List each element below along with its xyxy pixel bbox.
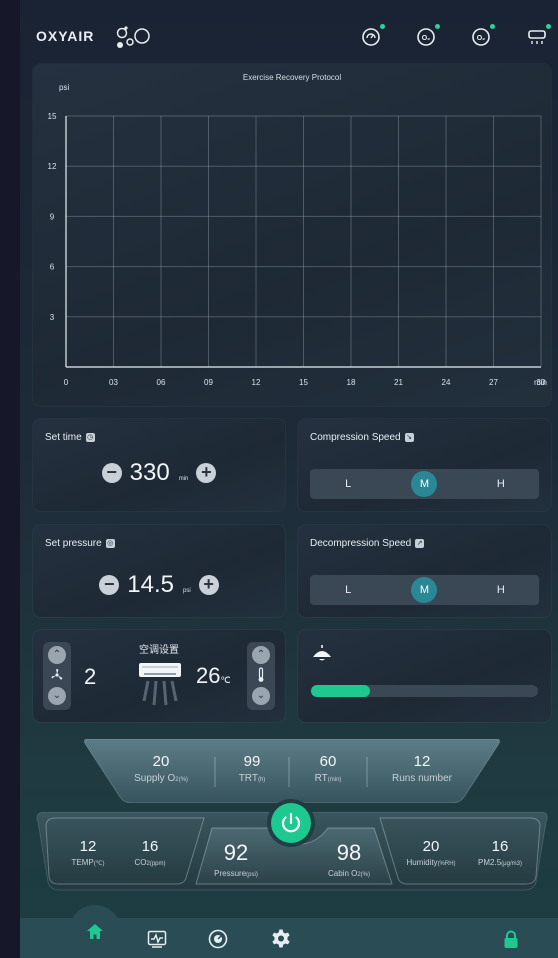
chart-x-tick-label: 03 [109, 378, 118, 387]
temp-stat: 12 TEMP(℃) [71, 838, 105, 867]
fan-down-button[interactable]: ⌄ [48, 687, 66, 705]
co2-stat: 16 CO2(ppm) [134, 838, 166, 867]
chart-y-tick-label: 3 [50, 313, 55, 322]
light-control-card [298, 630, 551, 722]
home-icon[interactable] [85, 922, 105, 942]
brightness-slider[interactable] [311, 685, 538, 697]
chart-x-tick-label: 18 [347, 378, 356, 387]
compression-title: Compression Speed [310, 432, 401, 443]
chart-y-tick-label: 9 [50, 212, 55, 221]
decompression-speed-option-l[interactable]: L [335, 577, 361, 603]
clock-icon: ◷ [85, 433, 95, 442]
chart-y-tick-label: 6 [50, 263, 55, 272]
chart-y-axis-label: psi [59, 83, 69, 92]
ceiling-lamp-icon [313, 645, 331, 661]
compression-speed-option-l[interactable]: L [335, 471, 361, 497]
compression-speed-option-h[interactable]: H [488, 471, 514, 497]
ac-temperature-unit: ℃ [220, 675, 231, 685]
set-pressure-unit: psi [183, 588, 191, 594]
o2-sensor-icon[interactable]: O₂ [470, 24, 495, 48]
rt-stat: 60 RT(min) [314, 753, 342, 784]
chart-x-tick-label: 06 [157, 378, 166, 387]
pressure-icon: ◎ [105, 539, 115, 548]
pressure-chart-panel: Exercise Recovery Protocol 0 03 06 09 12 15 18… [33, 64, 551, 406]
decompression-speed-card: Decompression Speed ↗ L M H [298, 525, 551, 617]
power-icon [281, 812, 301, 833]
pressure-stat: 92 Pressure(psi) [214, 840, 258, 878]
compression-speed-selector: LMH [310, 469, 539, 499]
chart-x-tick-label: 24 [442, 378, 451, 387]
app-screen: OXYAIR O₂ O₂ Exercise Recovery Protocol … [0, 0, 558, 958]
ac-temperature-value: 26 [196, 663, 221, 688]
ac-unit-icon[interactable] [526, 24, 551, 48]
chart-x-tick-label: 09 [204, 378, 213, 387]
decompress-icon: ↗ [415, 539, 425, 548]
pm25-stat: 16 PM2.5(μg/m3) [478, 838, 522, 867]
o2-sensor-icon[interactable]: O₂ [415, 24, 440, 48]
decompression-speed-option-h[interactable]: H [488, 577, 514, 603]
chart-x-tick-label: 0 [64, 378, 69, 387]
compression-speed-card: Compression Speed ↘ L M H [298, 419, 551, 511]
compress-icon: ↘ [404, 433, 414, 442]
time-plus-button[interactable]: + [196, 463, 217, 483]
set-pressure-card: Set pressure ◎ − 14.5 psi + [33, 525, 285, 617]
decompression-title: Decompression Speed [310, 538, 412, 549]
fan-level-value: 2 [84, 664, 97, 689]
power-button[interactable] [271, 803, 311, 843]
ac-settings-card: ⌃ ⌄ 2 空调设置 26℃ ⌃ ⌄ [33, 630, 285, 722]
svg-text:O₂: O₂ [477, 35, 486, 42]
chart-y-tick-label: 15 [48, 112, 57, 121]
compression-speed-option-m[interactable]: M [411, 471, 438, 497]
fan-up-button[interactable]: ⌃ [48, 646, 66, 664]
gauge-icon[interactable] [360, 24, 385, 48]
runs-number-stat: 12 Runs number [391, 753, 453, 784]
lock-icon[interactable] [503, 930, 519, 950]
air-conditioner-icon [139, 663, 181, 706]
chart-x-tick-label: 27 [489, 378, 498, 387]
pressure-chart: 0 03 06 09 12 15 18 21 24 27 301512963psimin [48, 83, 547, 387]
monitor-icon[interactable] [147, 930, 167, 948]
left-edge-strip [0, 0, 20, 958]
humidity-stat: 20 Humidity(%RH) [406, 838, 456, 867]
chart-x-tick-label: 12 [252, 378, 261, 387]
chart-x-axis-label: min [534, 378, 547, 387]
set-time-value: 330 [129, 459, 170, 486]
fan-icon [51, 669, 63, 680]
temp-down-button[interactable]: ⌄ [252, 687, 270, 705]
chart-x-tick-label: 15 [299, 378, 308, 387]
decompression-speed-selector: LMH [310, 575, 539, 605]
set-pressure-title: Set pressure [45, 538, 102, 549]
thermometer-icon [258, 667, 264, 682]
bubbles-logo-icon [116, 26, 150, 48]
supply-o2-stat: 20 Supply O2(%) [134, 753, 188, 784]
pressure-plus-button[interactable]: + [198, 575, 219, 595]
time-minus-button[interactable]: − [101, 463, 122, 483]
chart-x-tick-label: 21 [394, 378, 403, 387]
gauge-icon[interactable] [208, 929, 228, 949]
pressure-minus-button[interactable]: − [99, 575, 120, 595]
set-time-card: Set time ◷ − 330 min + [33, 419, 285, 511]
brand-logo: OXYAIR [36, 28, 95, 44]
cabin-o2-stat: 98 Cabin O2(%) [327, 840, 371, 878]
trt-stat: 99 TRT(h) [238, 753, 266, 784]
set-time-unit: min [178, 476, 189, 482]
settings-icon[interactable] [270, 928, 292, 950]
chart-y-tick-label: 12 [48, 162, 57, 171]
svg-text:O₂: O₂ [422, 35, 431, 42]
set-pressure-value: 14.5 [127, 571, 175, 598]
decompression-speed-option-m[interactable]: M [411, 577, 438, 603]
ac-settings-title: 空调设置 [139, 645, 179, 656]
brightness-fill [311, 685, 371, 697]
set-time-title: Set time [45, 432, 82, 443]
temp-up-button[interactable]: ⌃ [252, 646, 270, 664]
